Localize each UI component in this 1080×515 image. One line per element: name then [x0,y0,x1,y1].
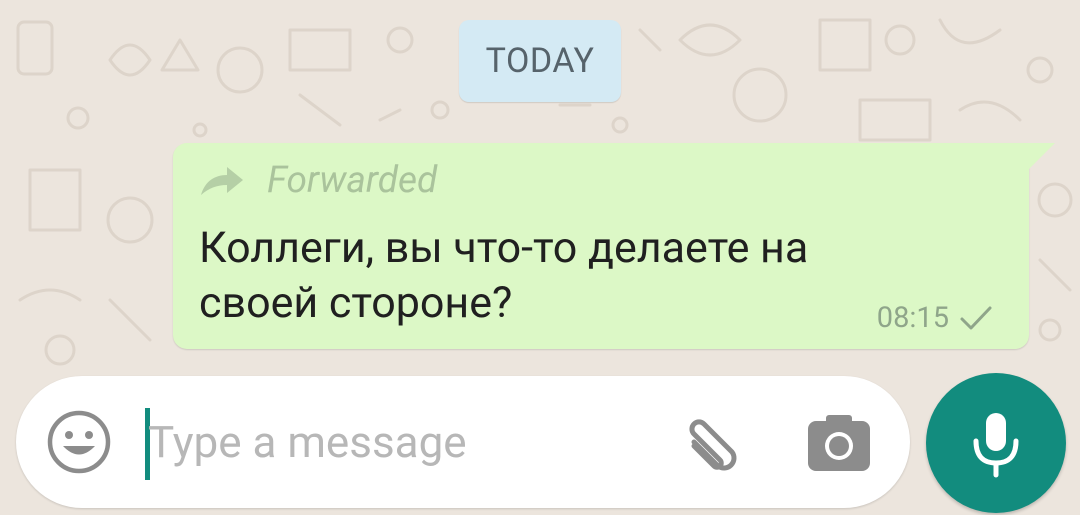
outgoing-message-bubble[interactable]: Forwarded Коллеги, вы что-то делаете на … [173,143,1029,349]
date-separator: TODAY [459,20,621,102]
message-meta: 08:15 [877,301,993,335]
message-composer [16,376,910,508]
forwarded-indicator: Forwarded [199,159,437,202]
voice-record-button[interactable] [926,373,1066,513]
emoji-icon[interactable] [46,409,112,475]
message-time: 08:15 [876,301,949,335]
forward-arrow-icon [201,166,243,195]
camera-icon[interactable] [806,413,872,473]
forwarded-label: Forwarded [267,159,438,202]
message-input[interactable] [148,406,648,478]
bubble-tail [1029,143,1055,169]
check-icon [960,306,992,330]
message-text: Коллеги, вы что-то делаете на своей стор… [199,223,809,328]
mic-icon [973,413,1019,478]
paperclip-icon[interactable] [676,412,746,482]
date-separator-label: TODAY [485,41,595,81]
